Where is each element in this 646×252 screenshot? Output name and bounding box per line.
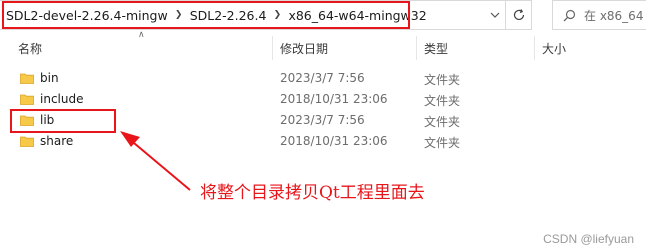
chevron-down-icon [490, 12, 500, 18]
annotation-text: 将整个目录拷贝Qt工程里面去 [200, 183, 425, 203]
file-type: 文件夹 [424, 136, 461, 150]
column-header-modified-label: 修改日期 [280, 41, 329, 56]
refresh-button[interactable] [506, 0, 532, 30]
list-item[interactable]: share 2018/10/31 23:06 文件夹 [0, 131, 646, 152]
chevron-right-icon[interactable]: ❯ [266, 10, 288, 20]
list-item[interactable]: lib 2023/3/7 7:56 文件夹 [0, 110, 646, 131]
file-modified: 2018/10/31 23:06 [280, 92, 388, 106]
chevron-right-icon[interactable]: ❯ [168, 10, 190, 20]
column-header-type[interactable]: 类型 [424, 36, 448, 60]
search-input[interactable]: 在 x86_64 [552, 0, 646, 30]
file-name: bin [40, 71, 59, 85]
file-type: 文件夹 [424, 115, 461, 129]
search-icon [563, 9, 576, 21]
breadcrumb: SDL2-devel-2.26.4-mingw ❯ SDL2-2.26.4 ❯ … [0, 1, 427, 29]
column-header-modified[interactable]: 修改日期 [280, 36, 328, 60]
column-header-name[interactable]: 名称 [18, 36, 42, 60]
folder-icon [20, 94, 34, 105]
address-dropdown-button[interactable] [486, 1, 504, 29]
file-name: include [40, 92, 84, 106]
refresh-icon [513, 9, 524, 21]
column-header-size-label: 大小 [542, 41, 567, 56]
file-type: 文件夹 [424, 94, 461, 108]
breadcrumb-item-sdl2[interactable]: SDL2-2.26.4 [190, 8, 267, 23]
list-item[interactable]: bin 2023/3/7 7:56 文件夹 [0, 68, 646, 89]
file-modified: 2018/10/31 23:06 [280, 134, 388, 148]
breadcrumb-item-sdl2-devel[interactable]: SDL2-devel-2.26.4-mingw [6, 8, 168, 23]
folder-icon [20, 136, 34, 147]
column-header-size[interactable]: 大小 [542, 36, 566, 60]
column-header-name-label: 名称 [18, 41, 43, 56]
column-header-type-label: 类型 [424, 41, 449, 56]
search-placeholder: 在 x86_64 [584, 8, 644, 23]
file-name: lib [40, 113, 55, 127]
list-item[interactable]: include 2018/10/31 23:06 文件夹 [0, 89, 646, 110]
file-name: share [40, 134, 74, 148]
watermark: CSDN @liefyuan [543, 232, 634, 246]
column-divider[interactable] [272, 36, 273, 60]
column-divider[interactable] [416, 36, 417, 60]
folder-icon [20, 73, 34, 84]
column-divider[interactable] [534, 36, 535, 60]
breadcrumb-item-x86-64[interactable]: x86_64-w64-mingw32 [288, 8, 426, 23]
address-bar[interactable]: SDL2-devel-2.26.4-mingw ❯ SDL2-2.26.4 ❯ … [0, 0, 506, 30]
file-modified: 2023/3/7 7:56 [280, 71, 365, 85]
file-type: 文件夹 [424, 73, 461, 87]
file-modified: 2023/3/7 7:56 [280, 113, 365, 127]
sort-ascending-icon: ∧ [138, 30, 145, 40]
folder-icon [20, 115, 34, 126]
